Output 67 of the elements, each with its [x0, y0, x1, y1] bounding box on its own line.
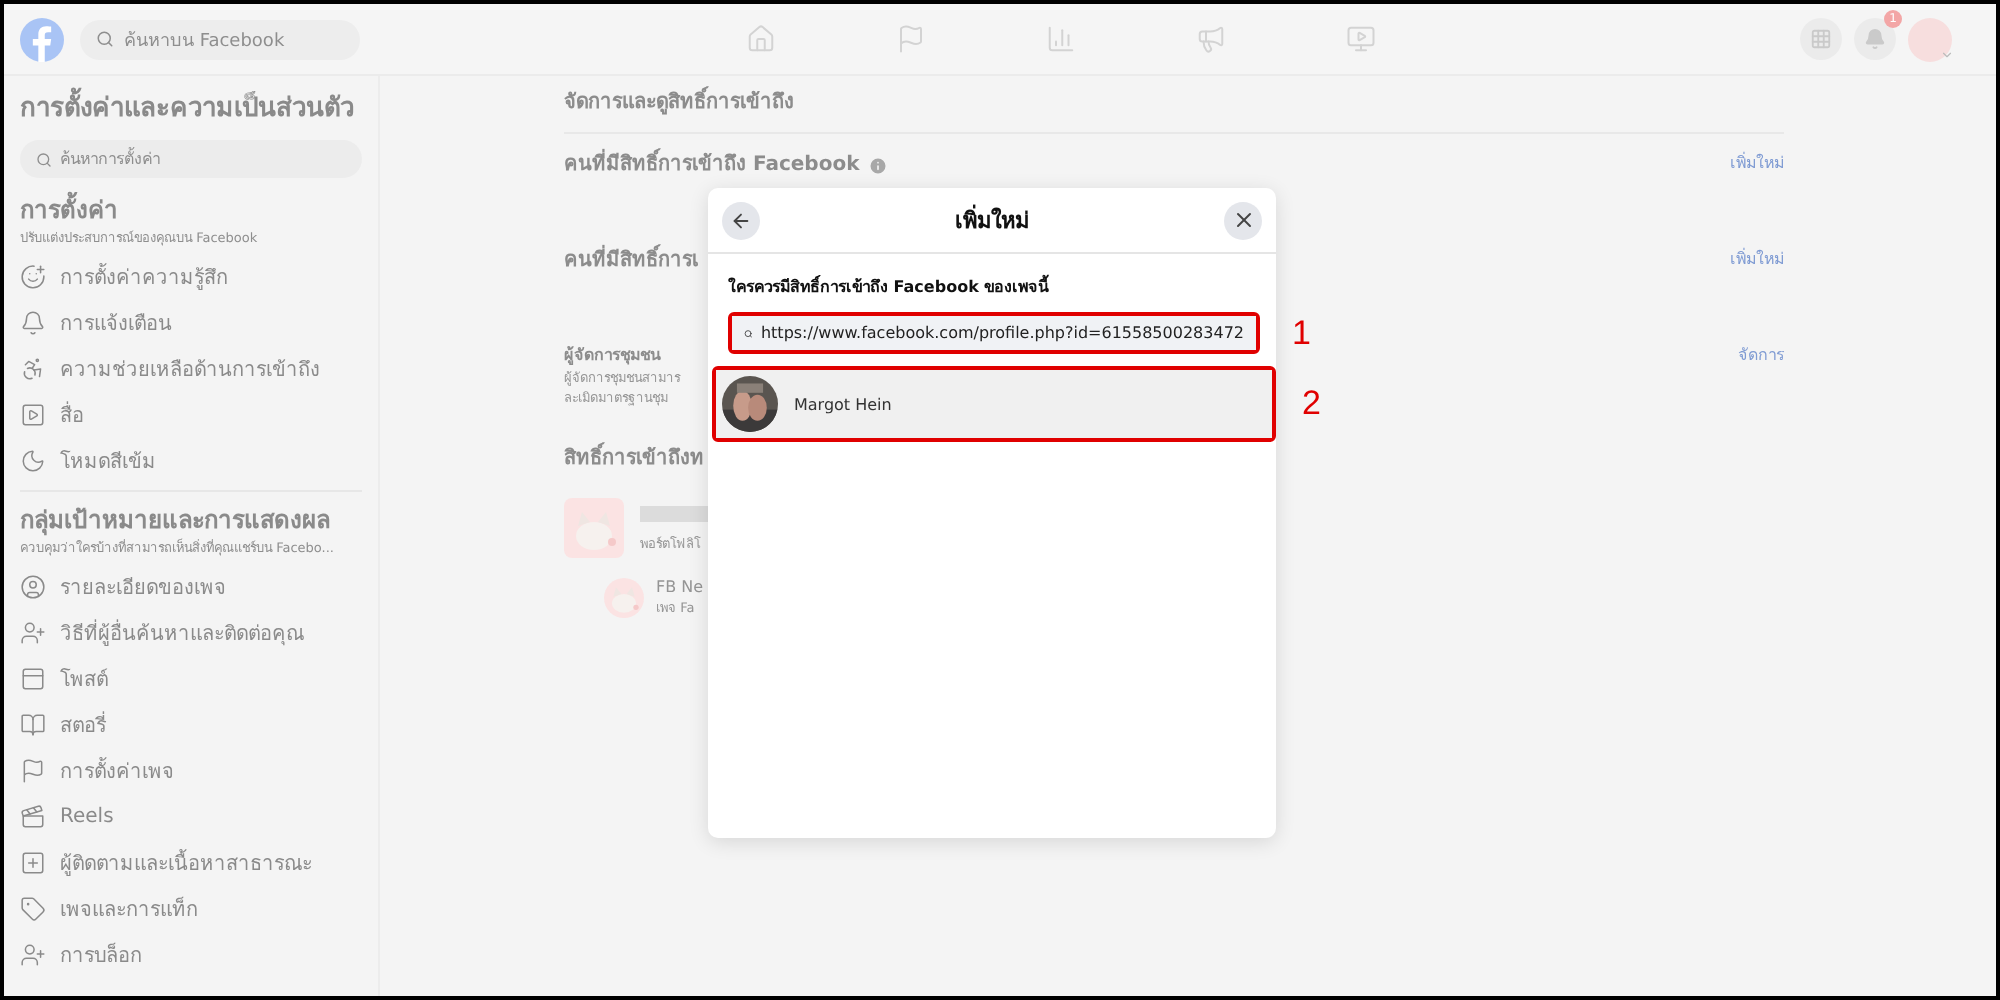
profile-avatar[interactable] [1908, 17, 1952, 61]
sidebar-item[interactable]: สื่อ [20, 392, 362, 438]
sidebar-item[interactable]: การบล็อก [20, 932, 362, 978]
flag-icon [20, 758, 46, 784]
sidebar-item[interactable]: โพสต์ [20, 656, 362, 702]
sidebar-item[interactable]: วิธีที่ผู้อื่นค้นหาและติดต่อคุณ [20, 610, 362, 656]
home-icon [745, 24, 775, 54]
section-heading: สิทธิ์การเข้าถึงท [564, 444, 1784, 474]
back-arrow-icon [730, 209, 752, 231]
sidebar-item[interactable]: รายละเอียดของเพจ [20, 564, 362, 610]
accessibility-icon [20, 356, 46, 382]
logo-icon[interactable] [20, 17, 64, 61]
post-icon [20, 666, 46, 692]
section-heading: คนที่มีสิทธิ์การเ [564, 246, 698, 276]
book-icon [20, 712, 46, 738]
add-link[interactable]: เพิ่มใหม่ [1730, 150, 1784, 176]
search-field[interactable]: ค้นหาบน Facebook [80, 19, 360, 59]
close-icon [1231, 208, 1255, 232]
sidebar-item[interactable]: การตั้งค่าความรู้สึก [20, 254, 362, 300]
sidebar-item[interactable]: สตอรี่ [20, 702, 362, 748]
sidebar-item[interactable]: การแจ้งเตือน [20, 300, 362, 346]
clapperboard-icon [20, 804, 46, 830]
add-link[interactable]: เพิ่มใหม่ [1730, 246, 1784, 272]
plus-box-icon [20, 850, 46, 876]
search-icon [36, 151, 52, 167]
user-plus-icon [20, 620, 46, 646]
close-button[interactable] [1224, 201, 1262, 239]
search-icon [744, 325, 753, 341]
step-number: 2 [1302, 384, 1321, 424]
section-title: กลุ่มเป้าหมายและการแสดงผล [20, 504, 332, 538]
moon-icon [20, 448, 46, 474]
manage-link[interactable]: จัดการ [1738, 342, 1784, 368]
sidebar-item[interactable]: ความช่วยเหลือด้านการเข้าถึง [20, 346, 362, 392]
detail-title: ผู้จัดการชุมชน [564, 344, 663, 368]
sidebar-item[interactable]: โหมดสีเข้ม [20, 438, 362, 484]
reaction-icon [20, 264, 46, 290]
back-button[interactable] [722, 201, 760, 239]
sidebar-item[interactable]: ผู้ติดตามและเนื้อหาสาธารณะ [20, 840, 362, 886]
sidebar-item[interactable]: Reels [20, 794, 362, 840]
video-icon [1345, 24, 1375, 54]
result-item[interactable]: Margot Hein [716, 370, 1272, 438]
user-circle-icon [20, 574, 46, 600]
menu-button[interactable] [1800, 18, 1842, 60]
chart-icon [1045, 24, 1075, 54]
grid-icon [1810, 28, 1832, 50]
play-icon [20, 402, 46, 428]
user-plus-icon [20, 942, 46, 968]
page-heading: จัดการและดูสิทธิ์การเข้าถึง [564, 80, 1784, 134]
dialog-prompt: ใครควรมีสิทธิ์การเข้าถึง Facebook ของเพจนี้ [726, 272, 1051, 300]
sidebar-item[interactable]: การตั้งค่าเพจ [20, 748, 362, 794]
section-heading: คนที่มีสิทธิ์การเข้าถึง Facebook [564, 150, 860, 180]
info-icon[interactable] [867, 155, 888, 175]
flag-icon [895, 24, 925, 54]
tag-icon [20, 896, 46, 922]
search-field[interactable]: https://www.facebook.com/profile.php?id=61558500283472 [732, 316, 1256, 350]
sidebar-title: การตั้งค่าและความเป็นส่วนตัว [20, 88, 362, 132]
bell-icon [1864, 28, 1886, 50]
caret-icon [1940, 47, 1954, 61]
dialog-title: เพิ่มใหม่ [955, 202, 1029, 238]
step-number: 1 [1292, 313, 1311, 353]
page-name: FB Ne [656, 578, 704, 598]
sidebar-item[interactable]: เพจและการแท็ก [20, 886, 362, 932]
bell-icon [20, 310, 46, 336]
megaphone-icon [1195, 24, 1225, 54]
section-title: การตั้งค่า [20, 194, 362, 228]
settings-search-field[interactable]: ค้นหาการตั้งค่า [20, 140, 362, 178]
search-icon [96, 30, 114, 48]
